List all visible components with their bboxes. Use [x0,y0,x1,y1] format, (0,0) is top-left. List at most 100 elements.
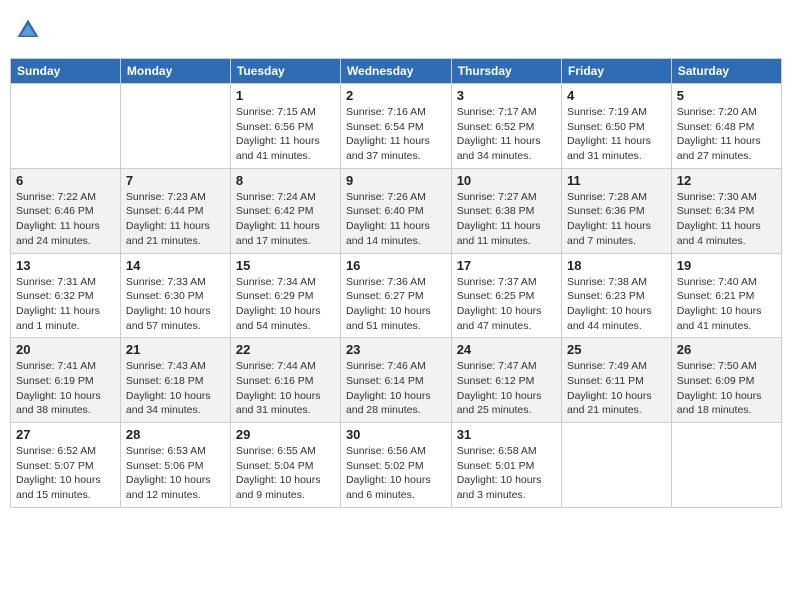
day-info: Sunrise: 6:58 AM Sunset: 5:01 PM Dayligh… [457,444,556,503]
calendar-cell: 10 Sunrise: 7:27 AM Sunset: 6:38 PM Dayli… [451,168,561,253]
calendar-cell: 6 Sunrise: 7:22 AM Sunset: 6:46 PM Daylig… [11,168,121,253]
calendar-table: SundayMondayTuesdayWednesdayThursdayFrid… [10,58,782,508]
calendar-cell: 8 Sunrise: 7:24 AM Sunset: 6:42 PM Daylig… [230,168,340,253]
calendar-cell [562,423,672,508]
day-number: 6 [16,173,115,188]
calendar-cell: 26Sunrise: 7:50 AM Sunset: 6:09 PM Dayli… [671,338,781,423]
calendar-cell [120,84,230,169]
day-info: Sunrise: 7:44 AM Sunset: 6:16 PM Dayligh… [236,359,335,418]
day-number: 24 [457,342,556,357]
day-info: Sunrise: 7:37 AM Sunset: 6:25 PM Dayligh… [457,275,556,334]
day-number: 9 [346,173,446,188]
day-number: 11 [567,173,666,188]
day-info: Sunrise: 6:56 AM Sunset: 5:02 PM Dayligh… [346,444,446,503]
page-header [10,10,782,50]
day-info: Sunrise: 7:20 AM Sunset: 6:48 PM Dayligh… [677,105,776,164]
day-header-thursday: Thursday [451,59,561,84]
day-number: 17 [457,258,556,273]
day-header-tuesday: Tuesday [230,59,340,84]
day-number: 30 [346,427,446,442]
day-info: Sunrise: 7:22 AM Sunset: 6:46 PM Dayligh… [16,190,115,249]
calendar-cell: 14 Sunrise: 7:33 AM Sunset: 6:30 PM Dayli… [120,253,230,338]
day-number: 31 [457,427,556,442]
calendar-cell: 17 Sunrise: 7:37 AM Sunset: 6:25 PM Dayli… [451,253,561,338]
day-info: Sunrise: 7:19 AM Sunset: 6:50 PM Dayligh… [567,105,666,164]
day-info: Sunrise: 7:46 AM Sunset: 6:14 PM Dayligh… [346,359,446,418]
day-number: 15 [236,258,335,273]
day-info: Sunrise: 7:47 AM Sunset: 6:12 PM Dayligh… [457,359,556,418]
calendar-cell: 3 Sunrise: 7:17 AM Sunset: 6:52 PM Daylig… [451,84,561,169]
calendar-cell: 29 Sunrise: 6:55 AM Sunset: 5:04 PM Dayli… [230,423,340,508]
day-info: Sunrise: 7:26 AM Sunset: 6:40 PM Dayligh… [346,190,446,249]
calendar-cell: 9 Sunrise: 7:26 AM Sunset: 6:40 PM Daylig… [340,168,451,253]
day-number: 13 [16,258,115,273]
day-info: Sunrise: 7:38 AM Sunset: 6:23 PM Dayligh… [567,275,666,334]
day-number: 29 [236,427,335,442]
day-info: Sunrise: 7:23 AM Sunset: 6:44 PM Dayligh… [126,190,225,249]
calendar-cell: 22 Sunrise: 7:44 AM Sunset: 6:16 PM Dayli… [230,338,340,423]
day-info: Sunrise: 7:40 AM Sunset: 6:21 PM Dayligh… [677,275,776,334]
calendar-cell: 1Sunrise: 7:15 AM Sunset: 6:56 PM Daylig… [230,84,340,169]
calendar-cell: 12Sunrise: 7:30 AM Sunset: 6:34 PM Dayli… [671,168,781,253]
logo [14,16,46,44]
day-number: 22 [236,342,335,357]
day-number: 21 [126,342,225,357]
day-number: 5 [677,88,776,103]
day-info: Sunrise: 7:41 AM Sunset: 6:19 PM Dayligh… [16,359,115,418]
day-number: 3 [457,88,556,103]
calendar-cell: 25Sunrise: 7:49 AM Sunset: 6:11 PM Dayli… [562,338,672,423]
calendar-cell: 30 Sunrise: 6:56 AM Sunset: 5:02 PM Dayli… [340,423,451,508]
calendar-cell: 27 Sunrise: 6:52 AM Sunset: 5:07 PM Dayli… [11,423,121,508]
day-header-saturday: Saturday [671,59,781,84]
day-number: 7 [126,173,225,188]
calendar-cell: 11 Sunrise: 7:28 AM Sunset: 6:36 PM Dayli… [562,168,672,253]
day-number: 28 [126,427,225,442]
calendar-week-row: 27 Sunrise: 6:52 AM Sunset: 5:07 PM Dayli… [11,423,782,508]
calendar-cell: 23 Sunrise: 7:46 AM Sunset: 6:14 PM Dayli… [340,338,451,423]
calendar-cell: 18 Sunrise: 7:38 AM Sunset: 6:23 PM Dayli… [562,253,672,338]
day-number: 19 [677,258,776,273]
day-number: 12 [677,173,776,188]
calendar-cell: 24 Sunrise: 7:47 AM Sunset: 6:12 PM Dayli… [451,338,561,423]
day-header-sunday: Sunday [11,59,121,84]
day-info: Sunrise: 7:16 AM Sunset: 6:54 PM Dayligh… [346,105,446,164]
calendar-cell: 20 Sunrise: 7:41 AM Sunset: 6:19 PM Dayli… [11,338,121,423]
calendar-week-row: 20 Sunrise: 7:41 AM Sunset: 6:19 PM Dayli… [11,338,782,423]
day-number: 20 [16,342,115,357]
day-header-friday: Friday [562,59,672,84]
calendar-cell: 15 Sunrise: 7:34 AM Sunset: 6:29 PM Dayli… [230,253,340,338]
day-info: Sunrise: 7:43 AM Sunset: 6:18 PM Dayligh… [126,359,225,418]
day-header-wednesday: Wednesday [340,59,451,84]
calendar-cell: 21 Sunrise: 7:43 AM Sunset: 6:18 PM Dayli… [120,338,230,423]
logo-icon [14,16,42,44]
day-info: Sunrise: 7:27 AM Sunset: 6:38 PM Dayligh… [457,190,556,249]
day-number: 4 [567,88,666,103]
calendar-header-row: SundayMondayTuesdayWednesdayThursdayFrid… [11,59,782,84]
day-number: 10 [457,173,556,188]
calendar-cell: 28 Sunrise: 6:53 AM Sunset: 5:06 PM Dayli… [120,423,230,508]
day-number: 18 [567,258,666,273]
day-info: Sunrise: 6:52 AM Sunset: 5:07 PM Dayligh… [16,444,115,503]
day-number: 8 [236,173,335,188]
day-info: Sunrise: 7:33 AM Sunset: 6:30 PM Dayligh… [126,275,225,334]
day-info: Sunrise: 7:31 AM Sunset: 6:32 PM Dayligh… [16,275,115,334]
day-info: Sunrise: 7:24 AM Sunset: 6:42 PM Dayligh… [236,190,335,249]
day-info: Sunrise: 6:55 AM Sunset: 5:04 PM Dayligh… [236,444,335,503]
calendar-week-row: 1Sunrise: 7:15 AM Sunset: 6:56 PM Daylig… [11,84,782,169]
calendar-cell: 4 Sunrise: 7:19 AM Sunset: 6:50 PM Daylig… [562,84,672,169]
day-number: 27 [16,427,115,442]
day-number: 16 [346,258,446,273]
calendar-week-row: 6 Sunrise: 7:22 AM Sunset: 6:46 PM Daylig… [11,168,782,253]
day-info: Sunrise: 6:53 AM Sunset: 5:06 PM Dayligh… [126,444,225,503]
calendar-cell: 7 Sunrise: 7:23 AM Sunset: 6:44 PM Daylig… [120,168,230,253]
calendar-cell: 13 Sunrise: 7:31 AM Sunset: 6:32 PM Dayli… [11,253,121,338]
day-number: 14 [126,258,225,273]
day-header-monday: Monday [120,59,230,84]
day-info: Sunrise: 7:17 AM Sunset: 6:52 PM Dayligh… [457,105,556,164]
day-number: 23 [346,342,446,357]
day-info: Sunrise: 7:28 AM Sunset: 6:36 PM Dayligh… [567,190,666,249]
calendar-week-row: 13 Sunrise: 7:31 AM Sunset: 6:32 PM Dayli… [11,253,782,338]
calendar-cell: 5 Sunrise: 7:20 AM Sunset: 6:48 PM Daylig… [671,84,781,169]
calendar-cell [11,84,121,169]
day-info: Sunrise: 7:34 AM Sunset: 6:29 PM Dayligh… [236,275,335,334]
